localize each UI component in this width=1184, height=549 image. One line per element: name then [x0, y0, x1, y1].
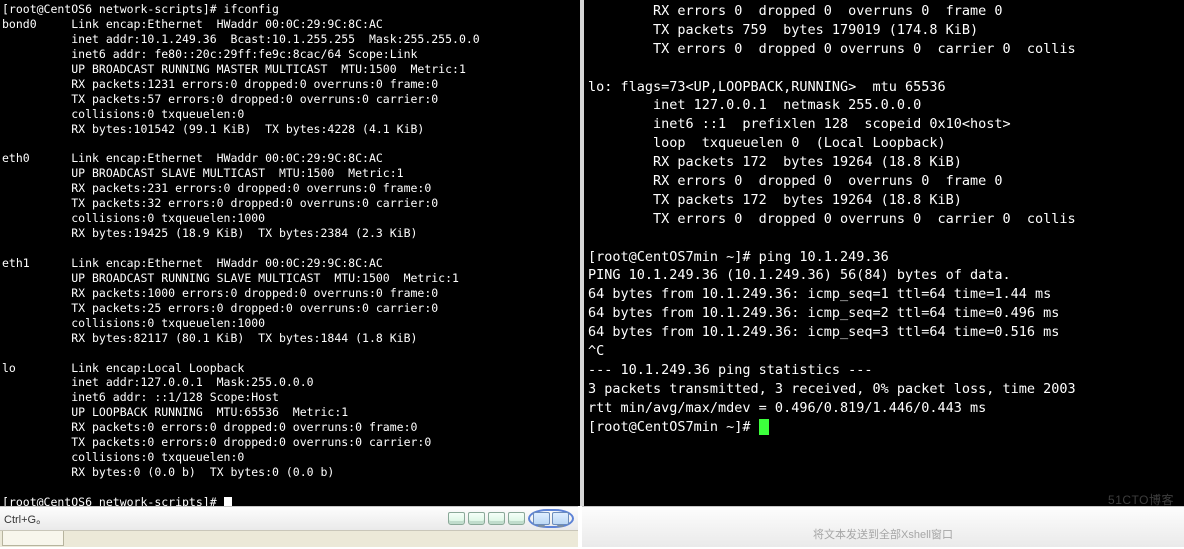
- status-hint: Ctrl+G。: [4, 511, 448, 527]
- monitor-icon[interactable]: [533, 512, 550, 525]
- cursor-left: [224, 497, 232, 506]
- session-tab[interactable]: [2, 531, 64, 546]
- left-terminal-text: [root@CentOS6 network-scripts]# ifconfig…: [2, 2, 480, 506]
- right-terminal-text: RX errors 0 dropped 0 overruns 0 frame 0…: [588, 3, 1076, 435]
- status-icons: [448, 509, 574, 528]
- tab-strip-left: [0, 530, 578, 547]
- highlighted-icons: [528, 509, 574, 528]
- right-terminal[interactable]: RX errors 0 dropped 0 overruns 0 frame 0…: [584, 0, 1184, 506]
- disk-icon[interactable]: [448, 512, 465, 525]
- left-terminal[interactable]: [root@CentOS6 network-scripts]# ifconfig…: [0, 0, 580, 506]
- cursor-right: [759, 419, 769, 435]
- disk-icon[interactable]: [488, 512, 505, 525]
- watermark: 51CTO博客: [1108, 491, 1174, 508]
- status-bar-left: Ctrl+G。: [0, 506, 578, 530]
- disk-icon[interactable]: [508, 512, 525, 525]
- broadcast-hint: 将文本发送到全部Xshell窗口: [582, 526, 1184, 542]
- monitor-icon[interactable]: [552, 512, 569, 525]
- disk-icon[interactable]: [468, 512, 485, 525]
